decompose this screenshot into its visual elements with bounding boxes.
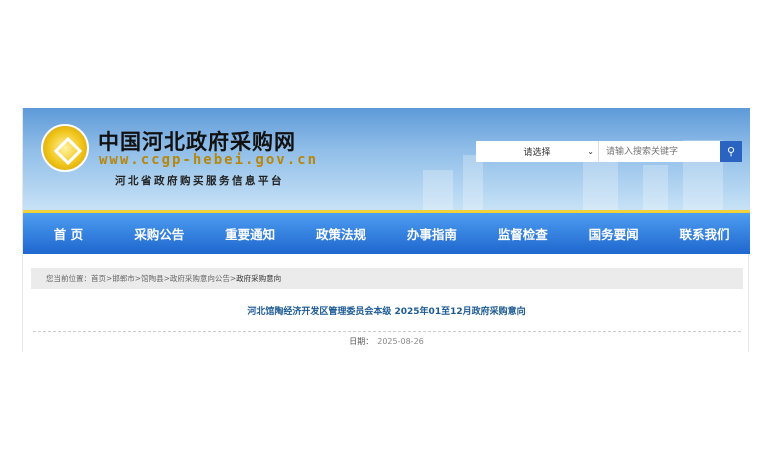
breadcrumb-current: 政府采购意向 [236,274,282,283]
nav-news[interactable]: 国务要闻 [568,213,659,254]
search-input[interactable] [599,141,720,162]
site-url: www.ccgp-hebei.gov.cn [99,152,319,168]
nav-notices[interactable]: 重要通知 [205,213,296,254]
site-subtitle: 河北省政府购买服务信息平台 [115,175,284,187]
nav-announcements[interactable]: 采购公告 [114,213,205,254]
breadcrumb-path[interactable]: 首页>邯郸市>馆陶县>政府采购意向公告> [91,274,236,283]
date-value: 2025-08-26 [377,337,424,346]
search-button[interactable]: ⚲ [720,141,742,162]
nav-supervision[interactable]: 监督检查 [477,213,568,254]
nav-contact[interactable]: 联系我们 [659,213,750,254]
header-banner: 中国河北政府采购网 www.ccgp-hebei.gov.cn 河北省政府购买服… [23,108,750,210]
date-label: 日期： [349,337,374,346]
chevron-down-icon: ⌄ [587,147,594,156]
page-container: 中国河北政府采购网 www.ccgp-hebei.gov.cn 河北省政府购买服… [22,108,750,352]
nav-home[interactable]: 首 页 [23,213,114,254]
select-value: 请选择 [523,148,551,158]
main-nav: 首 页 采购公告 重要通知 政策法规 办事指南 监督检查 国务要闻 联系我们 [23,213,750,254]
article-title: 河北馆陶经济开发区管理委员会本级 2025年01至12月政府采购意向 [247,307,526,317]
category-select[interactable]: 请选择 ⌄ [476,141,599,162]
breadcrumb-label: 您当前位置： [46,274,91,283]
article-date: 日期： 2025-08-26 [23,336,750,347]
logo-icon[interactable] [41,124,89,172]
nav-guide[interactable]: 办事指南 [387,213,478,254]
divider [33,331,741,332]
breadcrumb: 您当前位置：首页>邯郸市>馆陶县>政府采购意向公告>政府采购意向 [31,268,743,289]
nav-policies[interactable]: 政策法规 [296,213,387,254]
search-icon: ⚲ [726,145,736,158]
